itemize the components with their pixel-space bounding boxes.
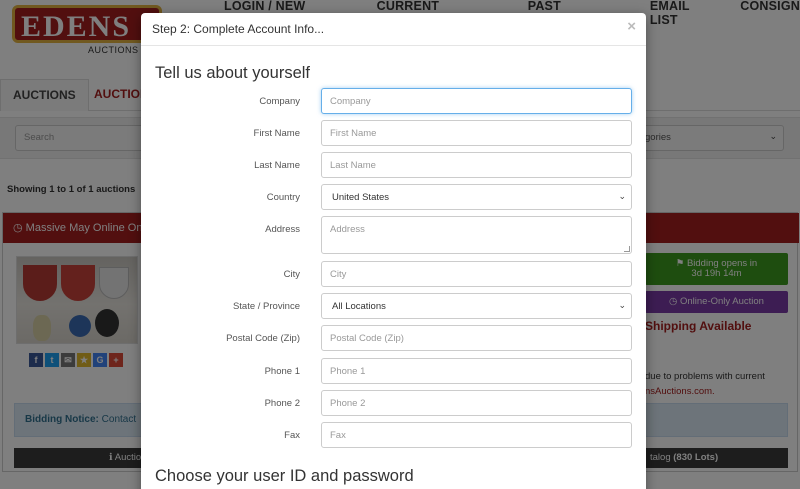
fax-label: Fax [284,430,300,441]
company-label: Company [259,96,300,107]
modal-title: Step 2: Complete Account Info... [152,22,325,36]
chevron-down-icon: ⌄ [618,191,626,201]
country-value: United States [332,192,390,203]
address-label: Address [265,224,300,235]
phone2-field[interactable]: Phone 2 [321,390,632,416]
city-label: City [283,269,300,280]
last-name-field[interactable]: Last Name [321,152,632,178]
first-name-label: First Name [253,128,300,139]
state-label: State / Province [232,301,300,312]
state-select[interactable]: All Locations ⌄ [321,293,632,319]
first-name-field[interactable]: First Name [321,120,632,146]
resize-handle-icon[interactable] [624,246,630,252]
phone2-label: Phone 2 [264,398,300,409]
chevron-down-icon: ⌄ [618,300,626,310]
fax-field[interactable]: Fax [321,422,632,448]
last-name-label: Last Name [254,160,300,171]
section-about-yourself: Tell us about yourself [155,64,311,82]
address-field[interactable]: Address [321,216,632,254]
phone1-label: Phone 1 [264,366,300,377]
close-icon[interactable]: × [627,18,636,35]
country-select[interactable]: United States ⌄ [321,184,632,210]
phone1-field[interactable]: Phone 1 [321,358,632,384]
address-placeholder: Address [330,224,365,235]
country-label: Country [266,192,300,203]
section-user-id-password: Choose your user ID and password [155,467,414,485]
company-field[interactable]: Company [321,88,632,114]
postal-label: Postal Code (Zip) [226,333,300,344]
postal-field[interactable]: Postal Code (Zip) [321,325,632,351]
city-field[interactable]: City [321,261,632,287]
account-info-modal: Step 2: Complete Account Info... × Tell … [141,13,646,489]
modal-header: Step 2: Complete Account Info... × [141,13,646,46]
state-value: All Locations [332,301,386,312]
